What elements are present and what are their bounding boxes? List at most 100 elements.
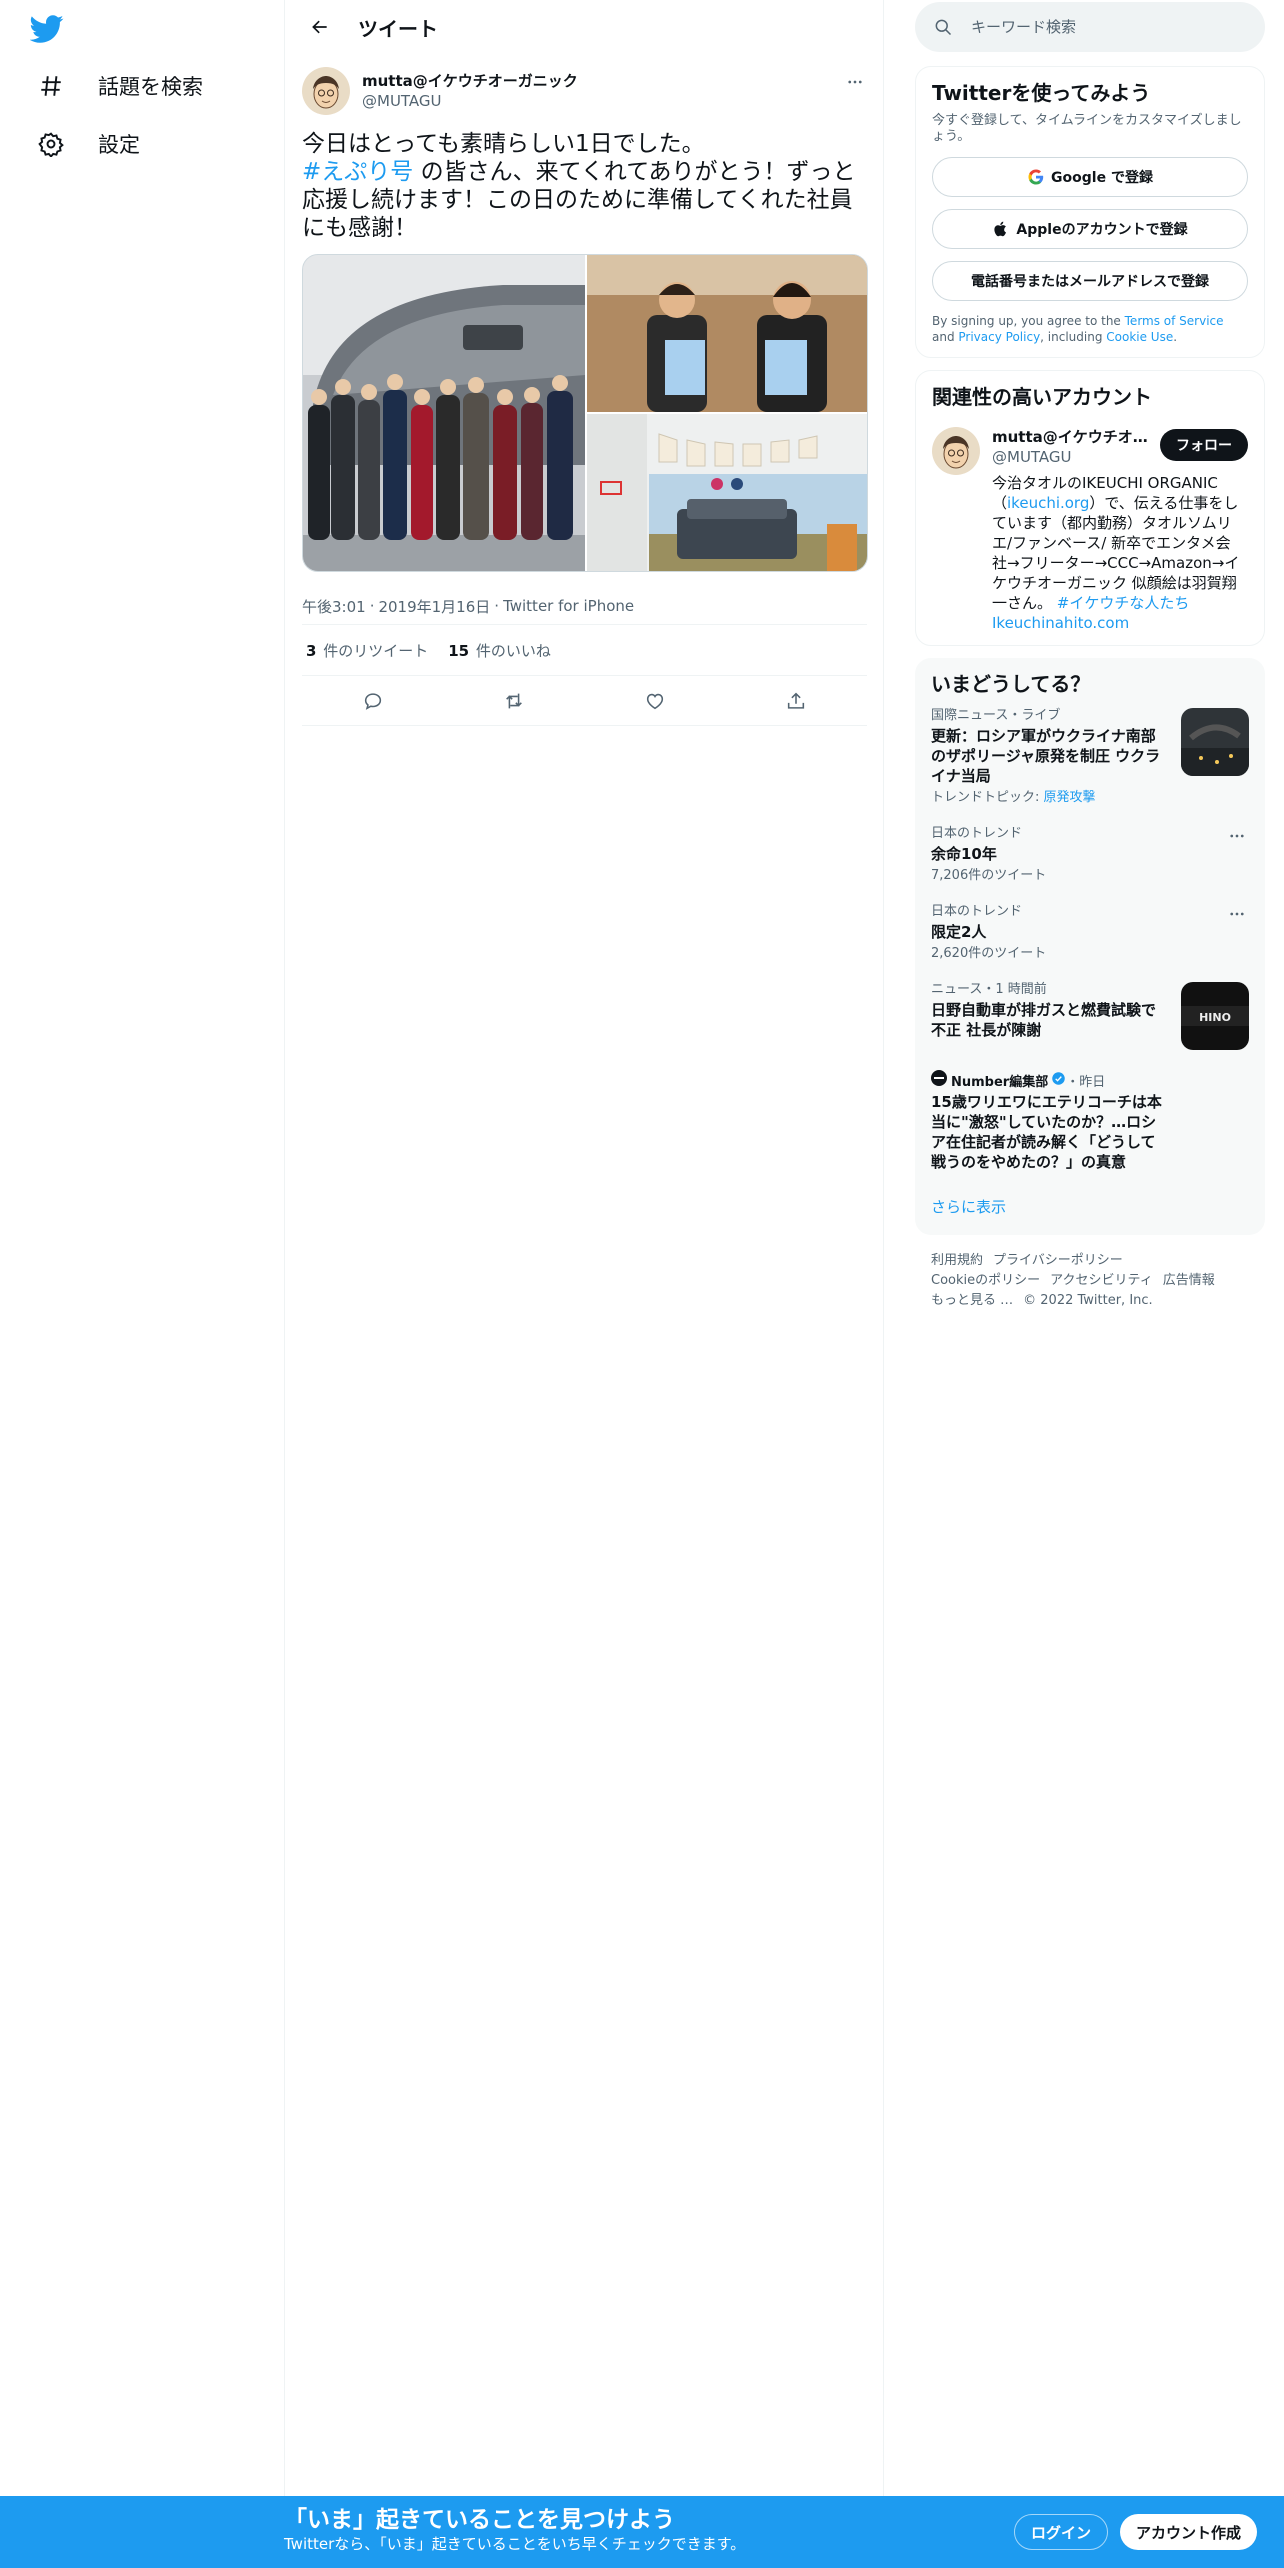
tweet-photo-towels[interactable] xyxy=(587,255,867,412)
header-bar: ツイート xyxy=(286,0,883,54)
apple-icon xyxy=(992,220,1010,238)
trend-category: 日本のトレンド xyxy=(931,904,1023,919)
terms-and: and xyxy=(932,330,959,344)
related-account[interactable]: mutta@イケウチオーガニック @MUTAGU 今治タオルのIKEUCHI O… xyxy=(932,427,1248,633)
footer-link[interactable]: アクセシビリティ xyxy=(1050,1273,1153,1288)
gear-icon xyxy=(36,129,66,159)
news-time: ・昨日 xyxy=(1066,1074,1106,1090)
terms-end: . xyxy=(1173,330,1178,344)
search-box[interactable] xyxy=(915,2,1265,52)
bio-link-ikeuchinahito[interactable]: Ikeuchinahito.com xyxy=(992,614,1129,632)
show-more-link[interactable]: さらに表示 xyxy=(931,1182,1249,1223)
terms-of-service-link[interactable]: Terms of Service xyxy=(1125,314,1224,328)
more-options-icon[interactable] xyxy=(843,70,867,94)
share-icon[interactable] xyxy=(776,681,816,721)
author-handle[interactable]: @MUTAGU xyxy=(362,91,578,111)
trend-item[interactable]: 日本のトレンド 余命10年 7,206件のツイート xyxy=(931,816,1249,894)
related-bio: 今治タオルのIKEUCHI ORGANIC（ikeuchi.org）で、伝える仕… xyxy=(992,473,1242,633)
bottom-signup-bar: 「いま」起きていることを見つけよう Twitterなら、「いま」起きていることを… xyxy=(0,2496,1284,2568)
like-label: 件のいいね xyxy=(475,641,551,660)
signup-card: Twitterを使ってみよう 今すぐ登録して、タイムラインをカスタマイズしましょ… xyxy=(915,66,1265,358)
hashtag-link[interactable]: #えぷり号 xyxy=(302,159,413,185)
trend-category: 国際ニュース・ライブ xyxy=(931,708,1061,723)
bottom-bar-subtitle: Twitterなら、「いま」起きていることをいち早くチェックできます。 xyxy=(284,2535,746,2553)
reply-icon[interactable] xyxy=(353,681,393,721)
search-input[interactable] xyxy=(971,18,1231,36)
trend-item[interactable]: Number編集部 ・昨日 15歳ワリエワにエテリコーチは本当に"激怒"していた… xyxy=(931,1060,1249,1182)
related-title: 関連性の高いアカウント xyxy=(932,385,1152,409)
twitter-logo-icon[interactable] xyxy=(29,12,66,48)
signup-terms: By signing up, you agree to the Terms of… xyxy=(932,313,1248,345)
trend-topic-link[interactable]: 原発攻撃 xyxy=(1044,790,1096,805)
more-options-icon[interactable] xyxy=(1225,904,1249,924)
privacy-policy-link[interactable]: Privacy Policy xyxy=(958,330,1040,344)
tweet-photo-welcome[interactable] xyxy=(587,414,867,571)
related-accounts-card: 関連性の高いアカウント mutta@イケウチオーガニック @MUTAGU 今治タ… xyxy=(915,370,1265,646)
apple-signup-label: Appleのアカウントで登録 xyxy=(1016,222,1188,238)
trend-tweet-count: 7,206件のツイート xyxy=(931,868,1047,883)
nav-settings-label: 設定 xyxy=(98,133,140,157)
phone-email-signup-label: 電話番号またはメールアドレスで登録 xyxy=(971,274,1209,290)
footer-link[interactable]: 広告情報 xyxy=(1163,1273,1215,1288)
footer-link[interactable]: もっと見る … xyxy=(931,1293,1013,1308)
bio-hashtag-link[interactable]: #イケウチな人たち xyxy=(1057,594,1190,612)
like-stat[interactable]: 15 件のいいね xyxy=(448,640,551,661)
trends-card: いまどうしてる？ 国際ニュース・ライブ 更新：ロシア軍がウクライナ南部のザポリー… xyxy=(915,658,1265,1235)
trend-tweet-count: 2,620件のツイート xyxy=(931,946,1047,961)
footer-link[interactable]: 利用規約 xyxy=(931,1253,983,1268)
avatar[interactable] xyxy=(302,67,350,115)
related-name[interactable]: mutta@イケウチオーガニック xyxy=(992,427,1152,447)
tweet-text: 今日はとっても素晴らしい1日でした。 #えぷり号 の皆さん、来てくれてありがとう… xyxy=(302,130,868,242)
more-options-icon[interactable] xyxy=(1225,826,1249,846)
news-source-name: Number編集部 xyxy=(951,1074,1049,1090)
phone-email-signup-button[interactable]: 電話番号またはメールアドレスで登録 xyxy=(932,261,1248,301)
trend-item[interactable]: ニュース・1 時間前 日野自動車が排ガスと燃費試験で不正 社長が陳謝 HINO xyxy=(931,972,1249,1060)
google-signup-button[interactable]: Google で登録 xyxy=(932,157,1248,197)
bottom-bar-title: 「いま」起きていることを見つけよう xyxy=(284,2507,675,2533)
login-button[interactable]: ログイン xyxy=(1014,2514,1109,2550)
cookie-use-link[interactable]: Cookie Use xyxy=(1106,330,1173,344)
retweet-stat[interactable]: 3 件のリツイート xyxy=(306,640,428,661)
tweet-source: Twitter for iPhone xyxy=(503,597,635,615)
news-source: Number編集部 ・昨日 xyxy=(931,1070,1165,1090)
terms-including: , including xyxy=(1040,330,1107,344)
back-arrow-icon[interactable] xyxy=(302,9,338,45)
left-navigation: 話題を検索 設定 xyxy=(0,0,285,2568)
trend-thumbnail xyxy=(1181,708,1249,776)
avatar[interactable] xyxy=(932,427,980,475)
page-title: ツイート xyxy=(358,16,438,41)
trend-title: 余命10年 xyxy=(931,845,997,863)
tweet-stats: 3 件のリツイート 15 件のいいね xyxy=(302,624,867,676)
footer-link[interactable]: プライバシーポリシー xyxy=(993,1253,1123,1268)
trend-item[interactable]: 日本のトレンド 限定2人 2,620件のツイート xyxy=(931,894,1249,972)
news-source-avatar xyxy=(931,1070,947,1090)
signup-button[interactable]: アカウント作成 xyxy=(1120,2514,1258,2550)
follow-button[interactable]: フォロー xyxy=(1160,429,1248,461)
trend-footer: トレンドトピック: 原発攻撃 xyxy=(931,790,1165,806)
footer-links: 利用規約 プライバシーポリシー Cookieのポリシー アクセシビリティ 広告情報 も… xyxy=(915,1235,1265,1327)
copyright: © 2022 Twitter, Inc. xyxy=(1023,1293,1153,1308)
tweet-media-grid xyxy=(302,254,868,572)
trend-title: 限定2人 xyxy=(931,923,987,941)
terms-prefix: By signing up, you agree to the xyxy=(932,314,1125,328)
trend-title: 更新：ロシア軍がウクライナ南部のザポリージャ原発を制圧 ウクライナ当局 xyxy=(931,727,1161,785)
nav-settings[interactable]: 設定 xyxy=(28,116,148,172)
bio-link-ikeuchi[interactable]: ikeuchi.org xyxy=(1007,494,1089,512)
tweet-time[interactable]: 午後3:01 xyxy=(302,596,366,617)
author-name[interactable]: mutta@イケウチオーガニック xyxy=(362,71,578,91)
trend-footer-prefix: トレンドトピック: xyxy=(931,790,1044,805)
like-icon[interactable] xyxy=(635,681,675,721)
apple-signup-button[interactable]: Appleのアカウントで登録 xyxy=(932,209,1248,249)
footer-link[interactable]: Cookieのポリシー xyxy=(931,1273,1040,1288)
trend-title: 15歳ワリエワにエテリコーチは本当に"激怒"していたのか？…ロシア在住記者が読み… xyxy=(931,1093,1162,1171)
signup-title: Twitterを使ってみよう xyxy=(932,81,1151,105)
retweet-icon[interactable] xyxy=(494,681,534,721)
trend-item[interactable]: 国際ニュース・ライブ 更新：ロシア軍がウクライナ南部のザポリージャ原発を制圧 ウ… xyxy=(931,698,1249,816)
tweet-photo-group[interactable] xyxy=(303,255,585,571)
nav-explore[interactable]: 話題を検索 xyxy=(28,58,211,114)
svg-text:HINO: HINO xyxy=(1199,1011,1231,1024)
tweet-date[interactable]: 2019年1月16日 xyxy=(378,596,490,617)
like-count: 15 xyxy=(448,641,470,660)
retweet-label: 件のリツイート xyxy=(323,641,429,660)
verified-icon xyxy=(1051,1071,1066,1090)
